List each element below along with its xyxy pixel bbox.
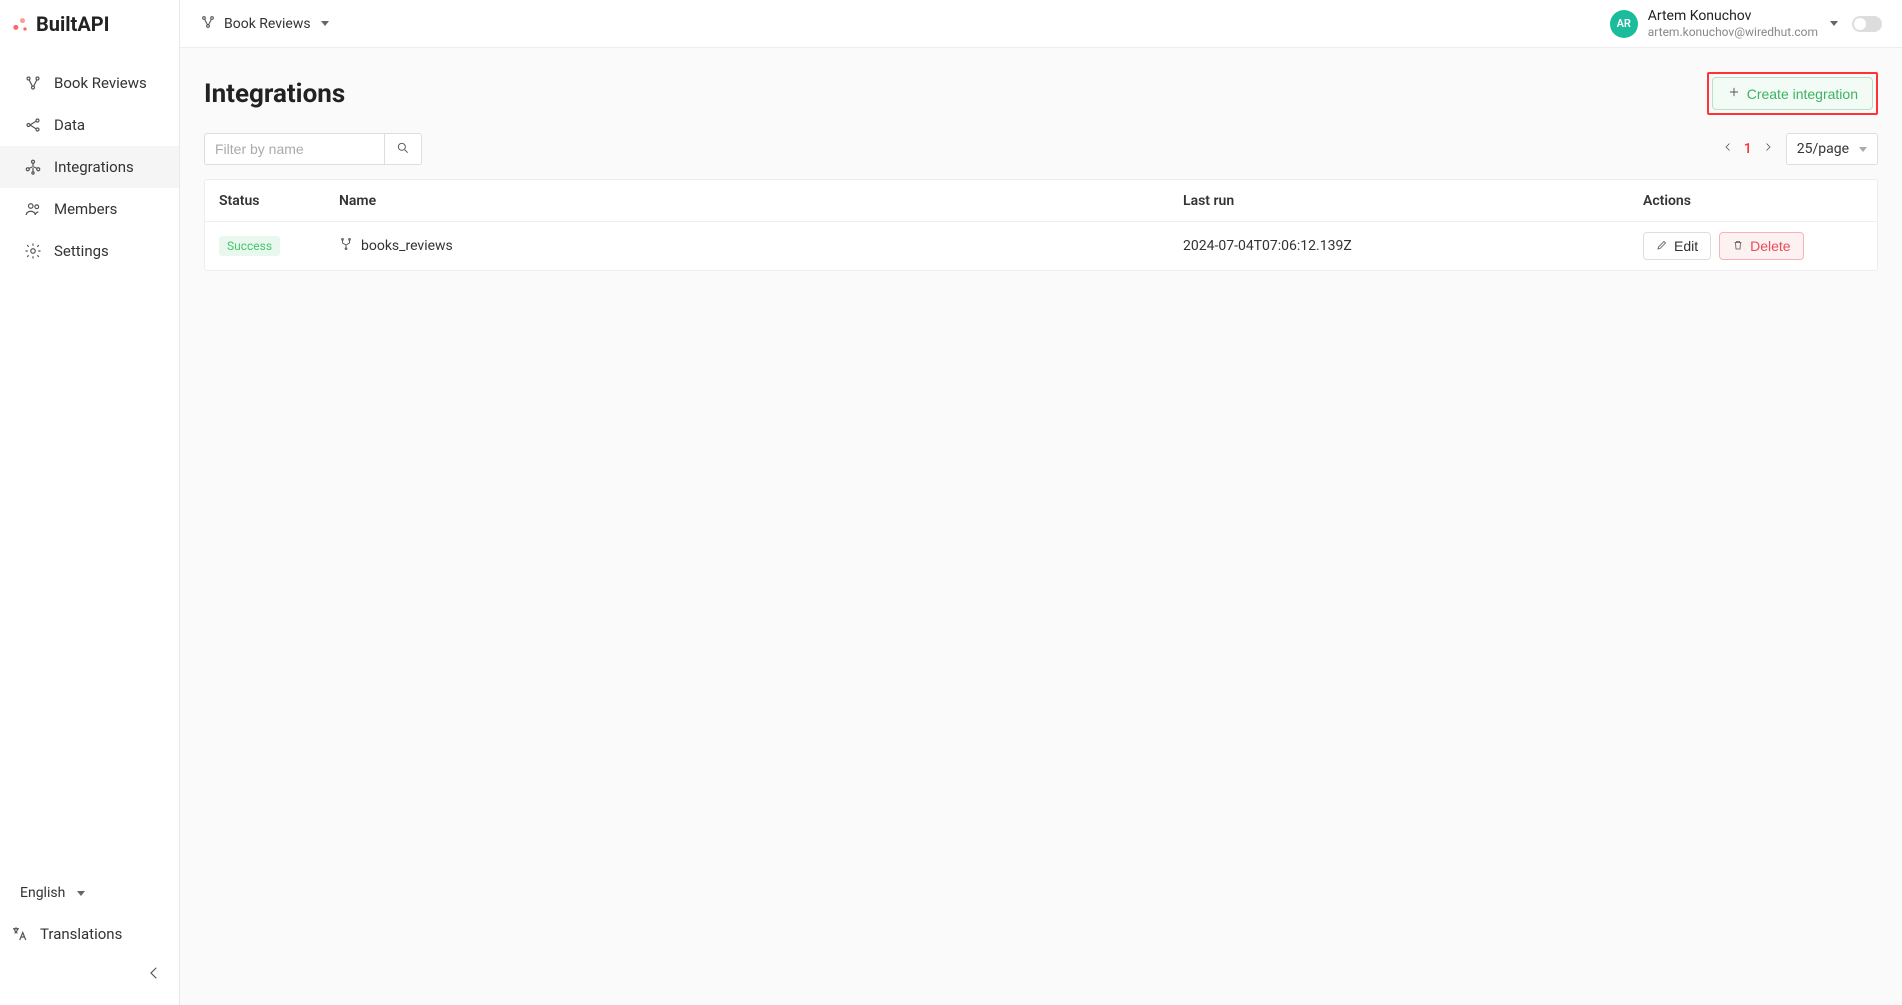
delete-button[interactable]: Delete (1719, 232, 1803, 260)
plus-icon (1727, 85, 1741, 102)
sidebar: BuiltAPI Book Reviews Data Integrations (0, 0, 180, 1005)
table-row: Success books_reviews 2024-07-04T07:06:1… (205, 222, 1877, 270)
page-content: Integrations Create integration (180, 48, 1902, 1005)
th-name: Name (339, 193, 1183, 209)
page-size-selector[interactable]: 25/page (1786, 133, 1878, 165)
filter-search-button[interactable] (384, 133, 422, 165)
page-current[interactable]: 1 (1744, 141, 1752, 157)
integration-name: books_reviews (361, 238, 453, 254)
merge-icon (339, 237, 353, 255)
caret-down-icon (1830, 21, 1838, 26)
logo-icon (10, 14, 30, 34)
translate-icon (10, 925, 28, 943)
nodes-icon (200, 14, 216, 34)
sidebar-nav: Book Reviews Data Integrations Members (0, 48, 179, 1005)
language-label: English (20, 885, 65, 901)
nodes-icon (24, 74, 42, 92)
logo: BuiltAPI (0, 0, 179, 48)
sidebar-item-label: Book Reviews (54, 74, 147, 92)
edit-button-label: Edit (1674, 238, 1698, 254)
topbar: Book Reviews AR Artem Konuchov artem.kon… (180, 0, 1902, 48)
page-next-button[interactable] (1762, 141, 1774, 157)
translations-label: Translations (40, 925, 122, 943)
filter-input[interactable] (204, 133, 384, 165)
sidebar-item-members[interactable]: Members (0, 188, 179, 230)
sidebar-collapse-button[interactable] (0, 955, 179, 995)
caret-down-icon (77, 891, 85, 896)
data-icon (24, 116, 42, 134)
search-icon (396, 141, 410, 158)
th-last-run: Last run (1183, 193, 1643, 209)
user-menu[interactable]: AR Artem Konuchov artem.konuchov@wiredhu… (1610, 8, 1838, 39)
name-cell[interactable]: books_reviews (339, 237, 1183, 255)
th-status: Status (219, 193, 339, 209)
user-name: Artem Konuchov (1648, 8, 1818, 25)
gear-icon (24, 242, 42, 260)
logo-text: BuiltAPI (36, 12, 110, 36)
sidebar-item-integrations[interactable]: Integrations (0, 146, 179, 188)
page-title: Integrations (204, 79, 345, 109)
integrations-table: Status Name Last run Actions Success boo… (204, 179, 1878, 271)
pencil-icon (1656, 238, 1668, 254)
sidebar-item-label: Members (54, 200, 117, 218)
main-area: Book Reviews AR Artem Konuchov artem.kon… (180, 0, 1902, 1005)
members-icon (24, 200, 42, 218)
user-email: artem.konuchov@wiredhut.com (1648, 25, 1818, 39)
page-prev-button[interactable] (1722, 141, 1734, 157)
delete-button-label: Delete (1750, 238, 1790, 254)
sidebar-item-label: Settings (54, 242, 109, 260)
create-button-label: Create integration (1747, 86, 1858, 102)
last-run-value: 2024-07-04T07:06:12.139Z (1183, 238, 1643, 254)
project-label: Book Reviews (224, 16, 311, 32)
sidebar-item-data[interactable]: Data (0, 104, 179, 146)
sidebar-item-settings[interactable]: Settings (0, 230, 179, 272)
sidebar-item-project[interactable]: Book Reviews (0, 62, 179, 104)
theme-toggle[interactable] (1852, 16, 1882, 32)
table-header: Status Name Last run Actions (205, 180, 1877, 222)
sidebar-item-label: Data (54, 116, 85, 134)
edit-button[interactable]: Edit (1643, 232, 1711, 260)
page-size-label: 25/page (1797, 141, 1849, 157)
sidebar-item-translations[interactable]: Translations (0, 913, 179, 955)
create-integration-button[interactable]: Create integration (1712, 77, 1873, 110)
project-selector[interactable]: Book Reviews (200, 14, 329, 34)
pagination: 1 25/page (1722, 133, 1878, 165)
language-selector[interactable]: English (0, 873, 179, 913)
user-info: Artem Konuchov artem.konuchov@wiredhut.c… (1648, 8, 1818, 39)
integrations-icon (24, 158, 42, 176)
sidebar-item-label: Integrations (54, 158, 134, 176)
create-button-highlight: Create integration (1707, 72, 1878, 115)
trash-icon (1732, 238, 1744, 254)
filter-group (204, 133, 422, 165)
chevron-left-icon (145, 963, 163, 987)
avatar: AR (1610, 10, 1638, 38)
th-actions: Actions (1643, 193, 1691, 209)
status-badge: Success (219, 236, 280, 256)
caret-down-icon (321, 21, 329, 26)
